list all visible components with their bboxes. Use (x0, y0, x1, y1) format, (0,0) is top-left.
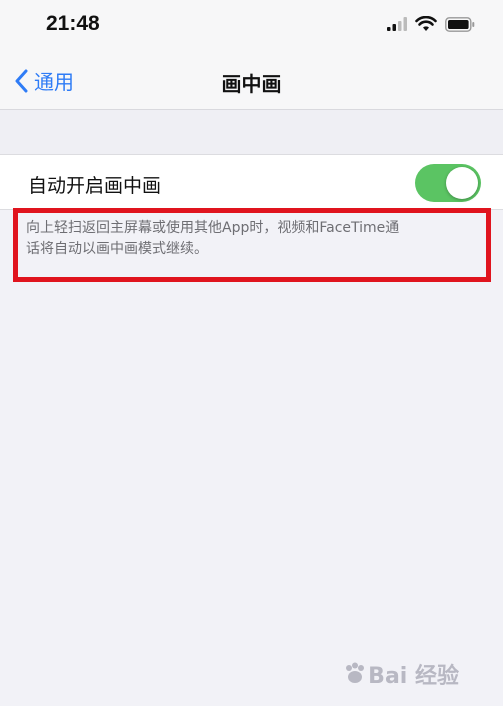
paw-logo-icon (346, 662, 365, 683)
page-title: 画中画 (221, 72, 282, 96)
section-gap (0, 110, 503, 154)
cellular-signal-icon (387, 17, 407, 31)
watermark: Bai 经验 (342, 658, 459, 690)
setting-row-auto-pip: 自动开启画中画 (0, 154, 503, 210)
navigation-bar: 通用 画中画 (0, 52, 503, 110)
screen: 21:48 通用 画中画 自动开启画中画 向上轻扫返回主屏幕或使用其他App时，… (0, 0, 503, 706)
toggle-knob (446, 167, 478, 199)
description-line-2: 话将自动以画中画模式继续。 (26, 241, 208, 257)
battery-icon (445, 16, 475, 32)
setting-label: 自动开启画中画 (28, 175, 162, 197)
setting-description: 向上轻扫返回主屏幕或使用其他App时，视频和FaceTime通 话将自动以画中画… (26, 218, 486, 260)
auto-pip-toggle[interactable] (415, 164, 481, 202)
status-icons (387, 16, 475, 32)
description-line-1: 向上轻扫返回主屏幕或使用其他App时，视频和FaceTime通 (26, 220, 400, 236)
watermark-text: Bai 经验 (368, 664, 459, 689)
wifi-icon (415, 16, 437, 31)
status-bar: 21:48 (0, 0, 503, 52)
status-time: 21:48 (46, 12, 100, 35)
